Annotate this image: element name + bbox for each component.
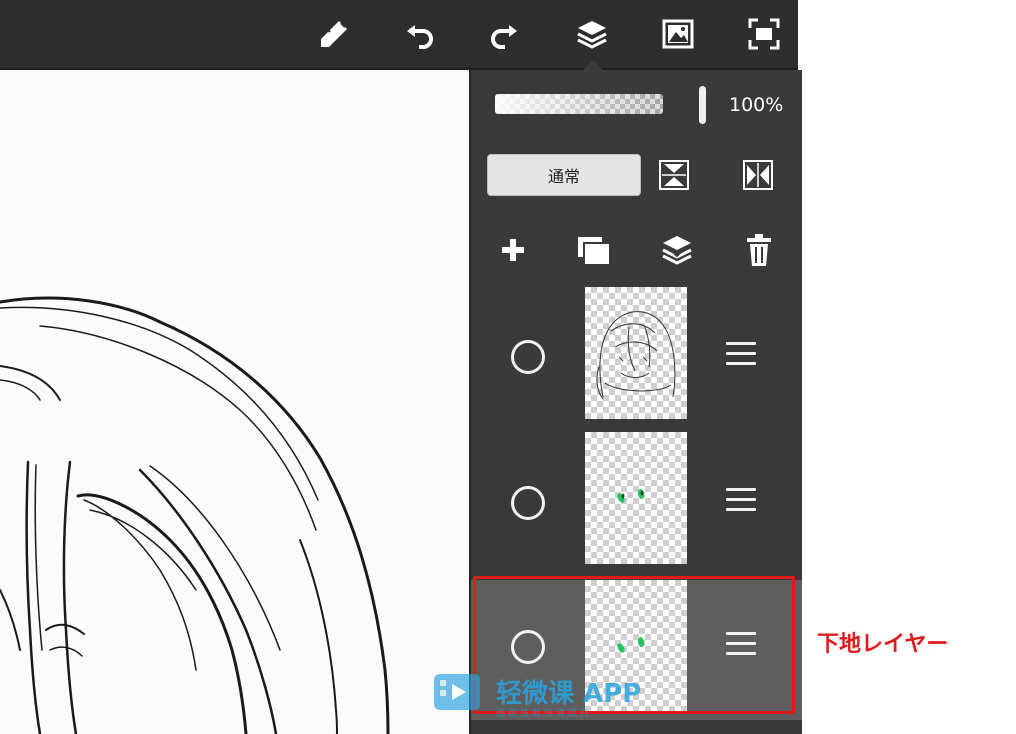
layer-thumbnail xyxy=(585,432,687,564)
watermark: 轻微课 APP 画画技能快速提升 xyxy=(432,668,642,719)
layers-icon[interactable] xyxy=(570,12,614,56)
layer-row-line-art[interactable] xyxy=(471,284,802,424)
layer-visibility-toggle[interactable] xyxy=(511,340,545,374)
blend-mode-button[interactable]: 通常 xyxy=(487,154,641,196)
opacity-value: 100% xyxy=(729,94,784,116)
redo-icon[interactable] xyxy=(482,12,526,56)
opacity-slider-handle[interactable] xyxy=(699,86,706,124)
flip-vertical-icon[interactable] xyxy=(657,158,691,192)
layer-visibility-toggle[interactable] xyxy=(511,486,545,520)
add-layer-icon[interactable] xyxy=(497,234,529,266)
undo-icon[interactable] xyxy=(398,12,442,56)
drawing-canvas[interactable] xyxy=(0,70,470,734)
layer-row-2[interactable] xyxy=(471,430,802,570)
opacity-slider[interactable] xyxy=(495,94,663,114)
line-art xyxy=(0,296,390,734)
watermark-logo xyxy=(434,674,480,710)
watermark-text: 轻微课 APP xyxy=(496,678,642,709)
watermark-subtext: 画画技能快速提升 xyxy=(496,709,593,719)
image-icon[interactable] xyxy=(656,12,700,56)
layer-menu-icon[interactable] xyxy=(726,488,756,514)
layer-menu-icon[interactable] xyxy=(726,342,756,368)
flip-horizontal-icon[interactable] xyxy=(741,158,775,192)
merge-down-icon[interactable] xyxy=(659,232,695,268)
brush-settings-icon[interactable] xyxy=(312,12,356,56)
fullscreen-icon[interactable] xyxy=(742,12,786,56)
delete-layer-icon[interactable] xyxy=(743,232,775,268)
annotation-label: 下地レイヤー xyxy=(817,632,949,657)
duplicate-layer-icon[interactable] xyxy=(575,234,613,268)
layer-thumbnail xyxy=(585,287,687,419)
top-toolbar xyxy=(0,0,798,70)
active-panel-pointer xyxy=(583,60,603,70)
